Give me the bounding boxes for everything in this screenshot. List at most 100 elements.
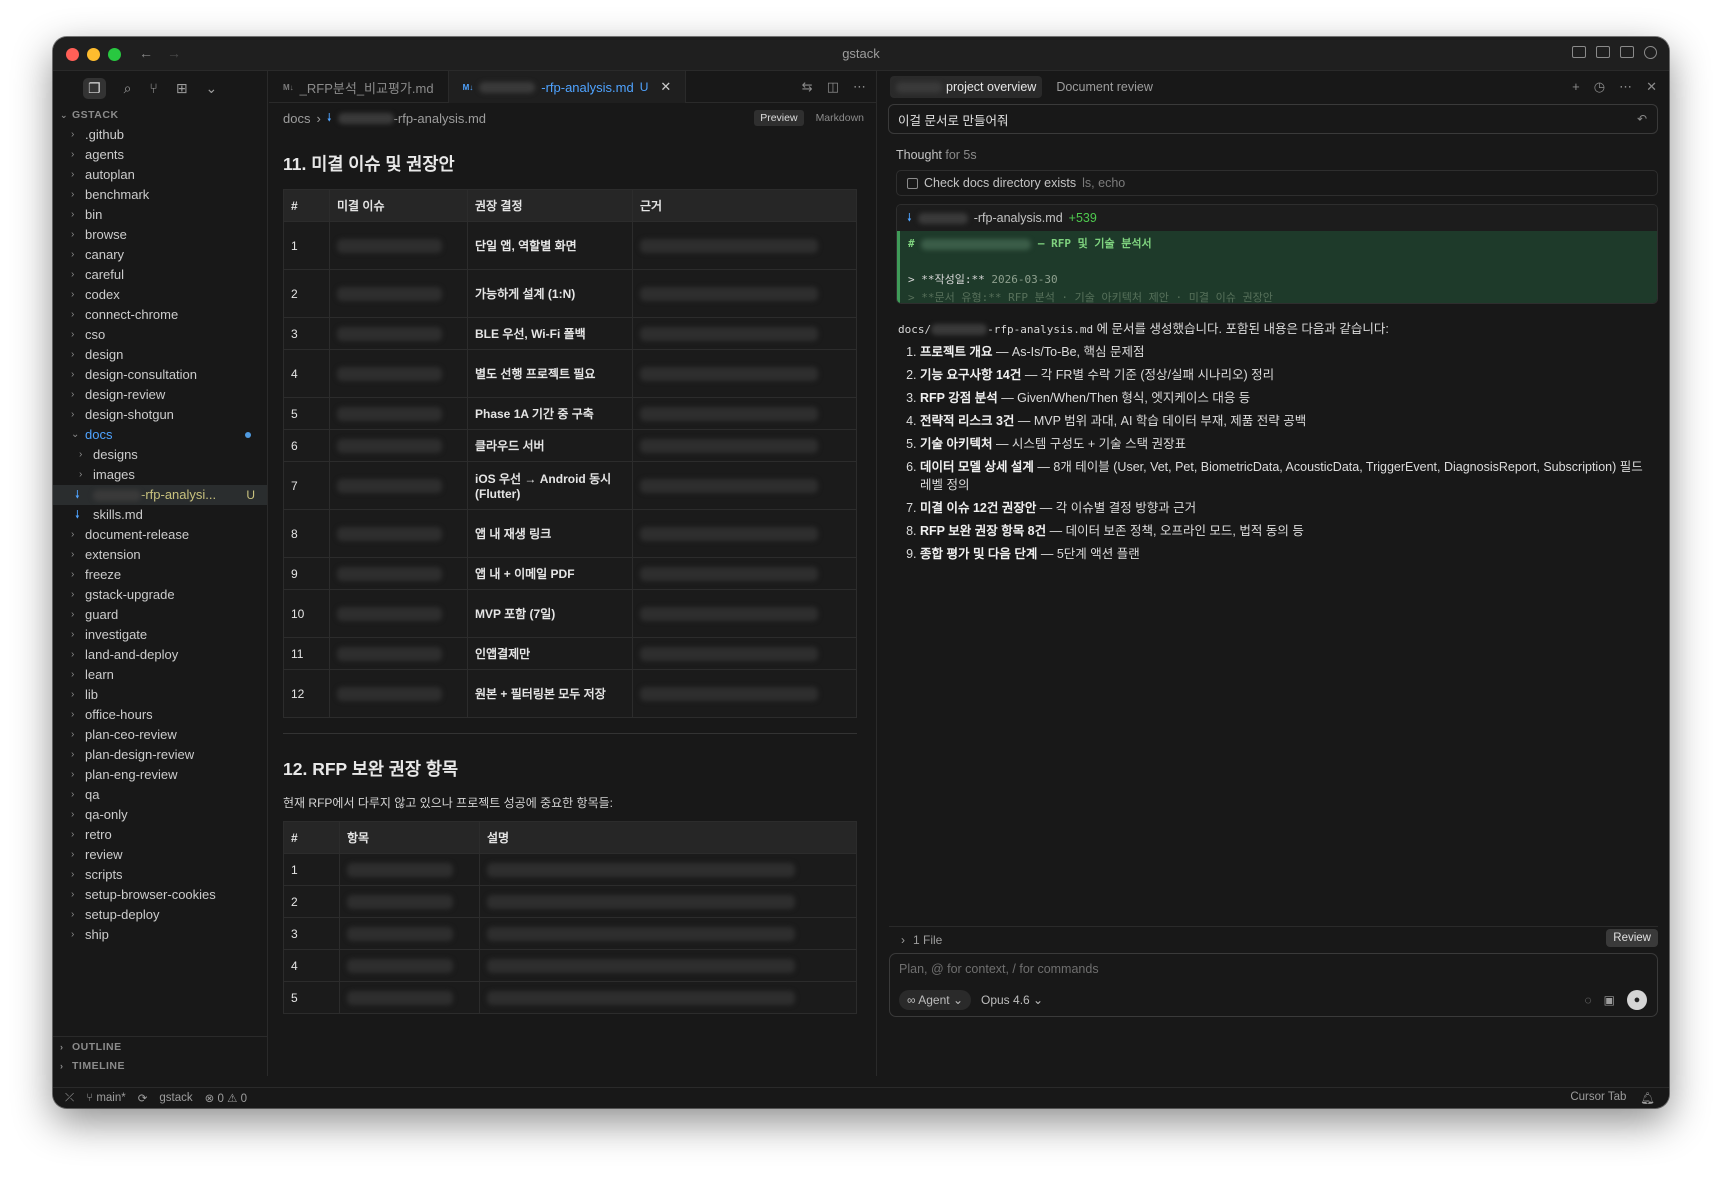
project-name[interactable]: gstack (159, 1092, 192, 1104)
source-control-icon[interactable]: ⑂ (149, 80, 157, 96)
problems-indicator[interactable]: ⊗ 0 ⚠ 0 (205, 1091, 247, 1105)
folder-item[interactable]: › plan-ceo-review (53, 725, 267, 745)
folder-item[interactable]: › freeze (53, 565, 267, 585)
review-button[interactable]: Review (1606, 929, 1658, 947)
tool-call-row[interactable]: Check docs directory exists ls, echo (896, 170, 1658, 196)
chat-composer[interactable]: Plan, @ for context, / for commands ∞ Ag… (889, 953, 1658, 1017)
timeline-section-header[interactable]: › TIMELINE (53, 1056, 267, 1076)
redacted-text (921, 238, 1032, 250)
folder-item[interactable]: › setup-browser-cookies (53, 885, 267, 905)
folder-item[interactable]: › plan-design-review (53, 745, 267, 765)
workspace-section-header[interactable]: ⌄ GSTACK (53, 105, 267, 125)
new-chat-icon[interactable]: + (1572, 79, 1580, 95)
markdown-preview: 11. 미결 이슈 및 권장안 # 미결 이슈 권장 결정 근거 1 단일 앱, … (269, 151, 876, 1014)
folder-item-docs[interactable]: ⌄ docs (53, 425, 267, 445)
diff-line: > **문서 유형:** RFP 분석 · 기술 아키텍처 제안 · 미결 이슈… (908, 291, 1273, 303)
split-editor-icon[interactable]: ◫ (827, 79, 839, 95)
model-dropdown[interactable]: Opus 4.6 ⌄ (981, 993, 1043, 1007)
folder-item[interactable]: › benchmark (53, 185, 267, 205)
more-actions-icon[interactable]: ⋯ (853, 79, 866, 95)
row-number: 3 (283, 917, 340, 950)
tab-rfp-comparison[interactable]: M↓ _RFP분석_비교평가.md (269, 71, 449, 103)
remote-icon[interactable]: ⤫ (65, 1092, 74, 1105)
folder-item[interactable]: › connect-chrome (53, 305, 267, 325)
folder-item[interactable]: › design-review (53, 385, 267, 405)
tab-project-overview[interactable]: project overview (890, 76, 1043, 98)
outline-section-header[interactable]: › OUTLINE (53, 1036, 267, 1056)
file-diff-card[interactable]: 🠗 -rfp-analysis.md +539 # — RFP 및 기술 분석서… (896, 204, 1658, 304)
close-icon[interactable]: ✕ (1646, 79, 1657, 95)
folder-item[interactable]: › .github (53, 125, 267, 145)
folder-item[interactable]: › cso (53, 325, 267, 345)
folder-label: images (93, 467, 135, 482)
image-attach-icon[interactable]: ▣ (1604, 993, 1615, 1007)
folder-item[interactable]: › bin (53, 205, 267, 225)
folder-item[interactable]: › land-and-deploy (53, 645, 267, 665)
folder-item[interactable]: › document-release (53, 525, 267, 545)
folder-item[interactable]: › investigate (53, 625, 267, 645)
breadcrumb-folder[interactable]: docs (283, 111, 310, 126)
cursor-tab-status[interactable]: Cursor Tab (1570, 1091, 1626, 1105)
folder-item[interactable]: › designs (53, 445, 267, 465)
folder-item[interactable]: › plan-eng-review (53, 765, 267, 785)
agent-mode-dropdown[interactable]: ∞ Agent ⌄ (899, 990, 971, 1010)
folder-item[interactable]: › learn (53, 665, 267, 685)
revert-icon[interactable]: ↶ (1637, 112, 1647, 126)
folder-item[interactable]: › qa-only (53, 805, 267, 825)
open-changes-icon[interactable]: ⇆ (802, 79, 813, 95)
folder-item[interactable]: › canary (53, 245, 267, 265)
folder-item[interactable]: › lib (53, 685, 267, 705)
composer-placeholder[interactable]: Plan, @ for context, / for commands (899, 962, 1099, 976)
folder-item[interactable]: › guard (53, 605, 267, 625)
redacted-cell (479, 917, 857, 950)
tab-rfp-analysis[interactable]: M↓ -rfp-analysis.md U ✕ (448, 71, 687, 103)
notifications-bell-icon[interactable]: 🔔︎ (1640, 1091, 1655, 1105)
breadcrumb-file[interactable]: -rfp-analysis.md (394, 111, 486, 126)
more-actions-icon[interactable]: ⋯ (1619, 79, 1632, 95)
sync-icon[interactable]: ⟳ (138, 1091, 148, 1105)
folder-item[interactable]: › autoplan (53, 165, 267, 185)
tab-document-review[interactable]: Document review (1050, 76, 1159, 98)
file-item-rfp-analysis[interactable]: 🠗 -rfp-analysi... U (53, 485, 267, 505)
folder-item[interactable]: › agents (53, 145, 267, 165)
folder-item[interactable]: › images (53, 465, 267, 485)
search-icon[interactable]: ⌕ (124, 80, 132, 97)
folder-item[interactable]: › design-consultation (53, 365, 267, 385)
folder-item[interactable]: › review (53, 845, 267, 865)
folder-item[interactable]: › ship (53, 925, 267, 945)
chevron-down-icon[interactable]: ⌄ (206, 80, 218, 97)
folder-label: retro (85, 827, 112, 842)
folder-item[interactable]: › setup-deploy (53, 905, 267, 925)
folder-item[interactable]: › office-hours (53, 705, 267, 725)
folder-item[interactable]: › careful (53, 265, 267, 285)
folder-item[interactable]: › scripts (53, 865, 267, 885)
chevron-right-icon: › (316, 110, 321, 126)
folder-item[interactable]: › retro (53, 825, 267, 845)
folder-item[interactable]: › design (53, 345, 267, 365)
diff-line-label: > **작성일:** (908, 273, 985, 286)
preview-mode-button[interactable]: Preview (754, 110, 804, 126)
folder-item[interactable]: › gstack-upgrade (53, 585, 267, 605)
toggle-panel-icon[interactable] (1596, 46, 1610, 58)
folder-item[interactable]: › design-shotgun (53, 405, 267, 425)
user-message[interactable]: 이걸 문서로 만들어줘 ↶ (888, 104, 1658, 134)
explorer-files-icon[interactable]: ❐ (83, 77, 106, 99)
history-icon[interactable]: ◷ (1594, 79, 1605, 95)
redacted-text (337, 406, 442, 421)
toggle-secondary-sidebar-icon[interactable] (1620, 46, 1634, 58)
folder-item[interactable]: › codex (53, 285, 267, 305)
folder-item[interactable]: › qa (53, 785, 267, 805)
file-item-skills[interactable]: 🠗 skills.md (53, 505, 267, 525)
settings-gear-icon[interactable] (1644, 46, 1657, 59)
extensions-icon[interactable]: ⊞ (176, 80, 188, 97)
branch-indicator[interactable]: ⑂ main* (86, 1092, 126, 1104)
changed-files-row[interactable]: › 1 File Review (889, 926, 1658, 952)
close-tab-icon[interactable]: ✕ (660, 79, 671, 95)
redacted-cell (329, 397, 468, 430)
markdown-mode-button[interactable]: Markdown (810, 110, 870, 126)
folder-item[interactable]: › browse (53, 225, 267, 245)
folder-item[interactable]: › extension (53, 545, 267, 565)
thought-indicator[interactable]: Thought for 5s (896, 148, 1669, 162)
toggle-sidebar-icon[interactable] (1572, 46, 1586, 58)
microphone-icon[interactable]: ● (1627, 990, 1647, 1010)
